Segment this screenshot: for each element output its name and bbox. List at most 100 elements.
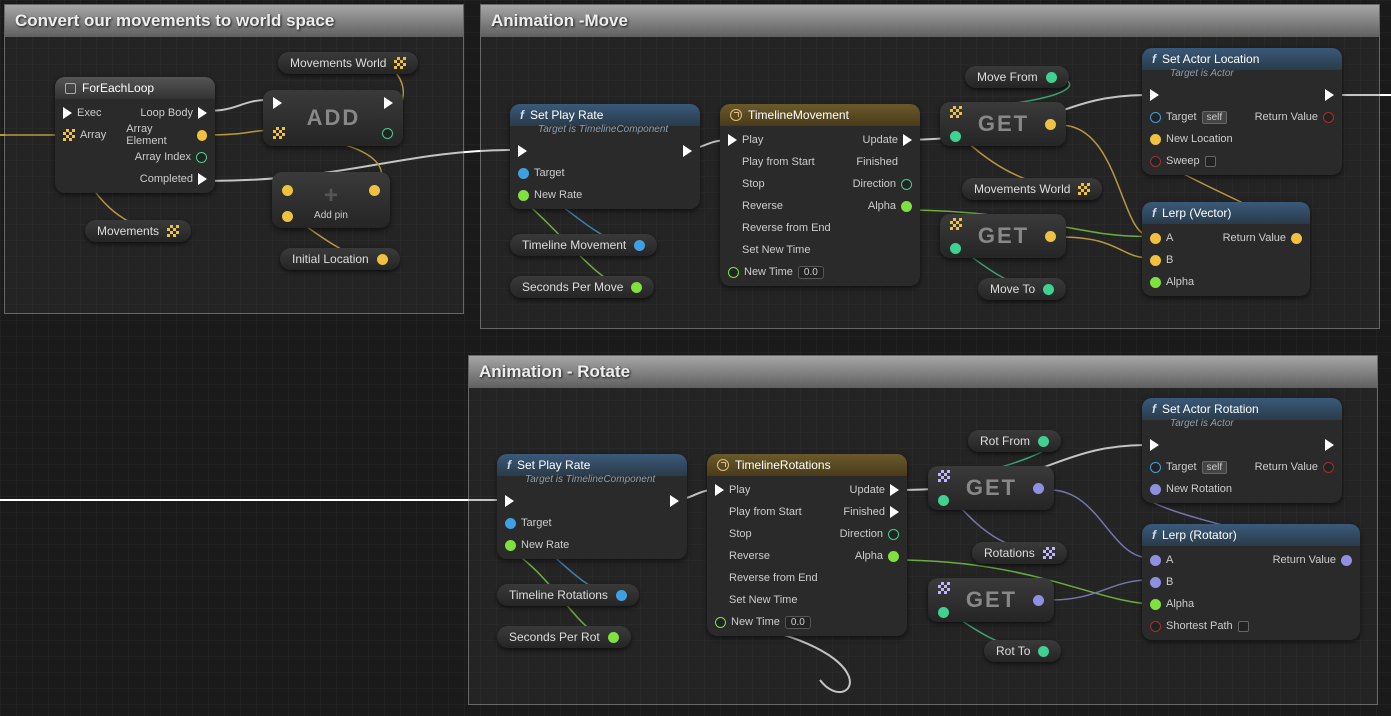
- pin-direction[interactable]: Direction: [853, 176, 912, 192]
- pin-stop[interactable]: Stop: [728, 176, 831, 192]
- checkbox-sweep[interactable]: [1205, 156, 1216, 167]
- node-timeline-rotations[interactable]: TimelineRotations Play Play from Start S…: [707, 454, 907, 636]
- pin-play-from-start[interactable]: Play from Start: [728, 154, 831, 170]
- pin-b[interactable]: B: [1150, 252, 1194, 268]
- var-movements-world[interactable]: Movements World: [278, 52, 418, 74]
- pin-direction[interactable]: Direction: [840, 526, 899, 542]
- pin-new-time[interactable]: New Time0.0: [715, 614, 818, 630]
- pin-array[interactable]: [950, 104, 962, 120]
- pin-newrate[interactable]: New Rate: [518, 187, 582, 203]
- var-rot-to[interactable]: Rot To: [984, 640, 1061, 662]
- pin-exec-in[interactable]: [1150, 437, 1232, 453]
- pin-play-from-start[interactable]: Play from Start: [715, 504, 818, 520]
- pin-exec-out[interactable]: [1325, 87, 1334, 103]
- pin-shortest-path[interactable]: Shortest Path: [1150, 618, 1249, 634]
- pin-index[interactable]: [938, 492, 950, 508]
- pin-sweep[interactable]: Sweep: [1150, 153, 1233, 169]
- pin-exec-out[interactable]: [1325, 437, 1334, 453]
- pin-out[interactable]: [1045, 116, 1056, 132]
- pin-reverse-from-end[interactable]: Reverse from End: [715, 570, 818, 586]
- pin-out[interactable]: [1045, 228, 1056, 244]
- pin-out[interactable]: [377, 254, 388, 265]
- pin-out[interactable]: [634, 240, 645, 251]
- pin-elem[interactable]: Array Element: [126, 127, 207, 143]
- pin-result[interactable]: [369, 182, 380, 198]
- pin-alpha[interactable]: Alpha: [868, 198, 912, 214]
- node-get-4[interactable]: GET: [928, 578, 1054, 622]
- pin-array-target[interactable]: [273, 125, 285, 141]
- pin-reverse[interactable]: Reverse: [728, 198, 831, 214]
- pin-exec-in[interactable]: [1150, 87, 1233, 103]
- pin-a[interactable]: A: [1150, 230, 1194, 246]
- pin-b[interactable]: B: [1150, 574, 1249, 590]
- pin-finished[interactable]: Finished: [843, 504, 899, 520]
- pin-set-new-time[interactable]: Set New Time: [728, 242, 831, 258]
- var-movements[interactable]: Movements: [85, 220, 191, 242]
- pin-out[interactable]: [631, 282, 642, 293]
- pin-a[interactable]: A: [1150, 552, 1249, 568]
- input-new-time[interactable]: 0.0: [785, 616, 811, 629]
- node-lerp-vector[interactable]: fLerp (Vector) A B Alpha Return Value: [1142, 202, 1310, 296]
- pin-out[interactable]: [616, 590, 627, 601]
- pin-exec-out[interactable]: [384, 95, 393, 111]
- pin-alpha[interactable]: Alpha: [1150, 596, 1249, 612]
- pin-array[interactable]: [938, 580, 950, 596]
- pin-target[interactable]: Targetself: [1150, 109, 1233, 125]
- pin-exec-out[interactable]: [683, 143, 692, 159]
- pin-play[interactable]: Play: [715, 482, 818, 498]
- pin-return[interactable]: Return Value: [1273, 552, 1352, 568]
- node-set-play-rate-move[interactable]: fSet Play Rate Target is TimelineCompone…: [510, 104, 700, 209]
- pin-addpin[interactable]: Add pin: [314, 210, 348, 221]
- pin-return[interactable]: Return Value: [1255, 459, 1334, 475]
- pin-out-int[interactable]: [382, 125, 393, 141]
- pin-target[interactable]: Targetself: [1150, 459, 1232, 475]
- node-array-add[interactable]: ADD: [263, 90, 403, 146]
- pin-new-location[interactable]: New Location: [1150, 131, 1233, 147]
- node-set-actor-rotation[interactable]: fSet Actor Rotation Target is Actor Targ…: [1142, 398, 1342, 503]
- pin-new-time[interactable]: New Time0.0: [728, 264, 831, 280]
- pin-idx[interactable]: Array Index: [135, 149, 207, 165]
- pin-update[interactable]: Update: [850, 482, 899, 498]
- node-set-actor-location[interactable]: fSet Actor Location Target is Actor Targ…: [1142, 48, 1342, 175]
- pin-finished[interactable]: Finished: [856, 154, 912, 170]
- var-timeline-rotations[interactable]: Timeline Rotations: [497, 584, 639, 606]
- input-new-time[interactable]: 0.0: [798, 266, 824, 279]
- pin-exec-in[interactable]: [518, 143, 582, 159]
- pin-index[interactable]: [938, 604, 950, 620]
- node-vector-add[interactable]: +Add pin: [272, 172, 390, 228]
- pin-alpha[interactable]: Alpha: [855, 548, 899, 564]
- pin-out[interactable]: [1038, 646, 1049, 657]
- node-get-3[interactable]: GET: [928, 466, 1054, 510]
- pin-update[interactable]: Update: [863, 132, 912, 148]
- pin-target[interactable]: Target: [518, 165, 582, 181]
- pin-out[interactable]: [608, 632, 619, 643]
- pin-set-new-time[interactable]: Set New Time: [715, 592, 818, 608]
- var-seconds-per-rot[interactable]: Seconds Per Rot: [497, 626, 631, 648]
- pin-b[interactable]: [282, 208, 293, 224]
- node-get-2[interactable]: GET: [940, 214, 1066, 258]
- var-movements-world-2[interactable]: Movements World: [962, 178, 1102, 200]
- pin-target[interactable]: Target: [505, 515, 569, 531]
- var-move-to[interactable]: Move To: [978, 278, 1066, 300]
- pin-array[interactable]: Array: [63, 127, 106, 143]
- pin-a[interactable]: [282, 182, 293, 198]
- pin-out[interactable]: [1043, 284, 1054, 295]
- pin-exec-in[interactable]: [505, 493, 569, 509]
- pin-exec-out[interactable]: [670, 493, 679, 509]
- pin-done[interactable]: Completed: [140, 171, 207, 187]
- pin-out[interactable]: [1033, 592, 1044, 608]
- pin-exec-in[interactable]: Exec: [63, 105, 106, 121]
- var-move-from[interactable]: Move From: [965, 66, 1069, 88]
- pin-alpha[interactable]: Alpha: [1150, 274, 1194, 290]
- var-rotations[interactable]: Rotations: [972, 542, 1067, 564]
- pin-index[interactable]: [950, 128, 962, 144]
- var-timeline-movement[interactable]: Timeline Movement: [510, 234, 657, 256]
- checkbox-shortest[interactable]: [1238, 621, 1249, 632]
- pin-out[interactable]: [1033, 480, 1044, 496]
- pin-reverse[interactable]: Reverse: [715, 548, 818, 564]
- pin-index[interactable]: [950, 240, 962, 256]
- node-foreachloop[interactable]: ForEachLoop Exec Array Loop Body Array E…: [55, 77, 215, 193]
- pin-array[interactable]: [938, 468, 950, 484]
- pin-stop[interactable]: Stop: [715, 526, 818, 542]
- var-initial-location[interactable]: Initial Location: [280, 248, 400, 270]
